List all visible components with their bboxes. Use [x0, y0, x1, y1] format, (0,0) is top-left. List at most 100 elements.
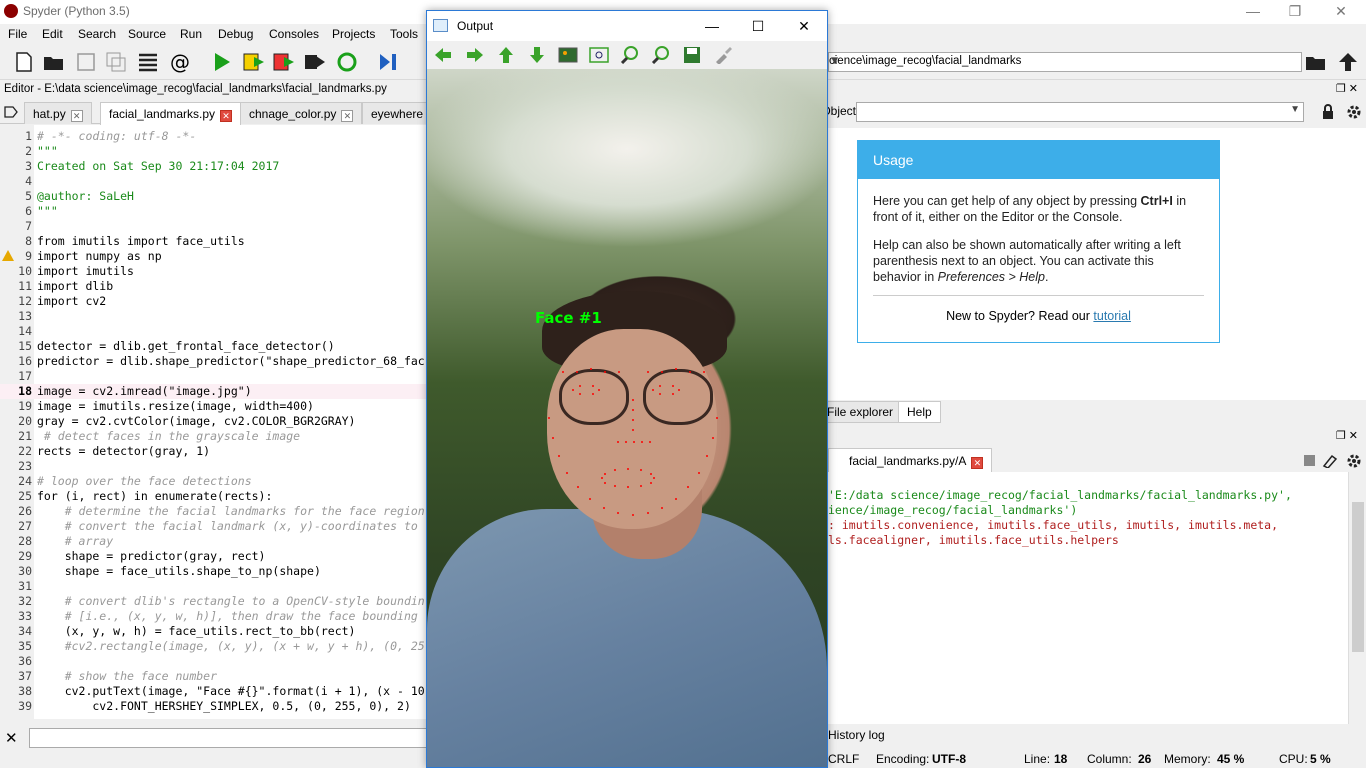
code-line[interactable]: 23 [0, 459, 430, 474]
tab-chnage-color-py[interactable]: chnage_color.py ✕ [240, 102, 363, 124]
tab-console[interactable]: facial_landmarks.py/A ✕ [828, 448, 993, 472]
code-line[interactable]: 6 """ [0, 204, 430, 219]
code-line[interactable]: 1 # -*- coding: utf-8 -*- [0, 129, 430, 144]
close-tab-icon[interactable]: ✕ [70, 110, 83, 122]
code-line[interactable]: 9 import numpy as np [0, 249, 430, 264]
code-line[interactable]: 15 detector = dlib.get_frontal_face_detec… [0, 339, 430, 354]
code-line[interactable]: 25 for (i, rect) in enumerate(rects): [0, 489, 430, 504]
code-line[interactable]: 14 [0, 324, 430, 339]
debug-icon[interactable] [376, 51, 400, 73]
arrow-right-icon[interactable] [465, 46, 485, 64]
tab-file-explorer[interactable]: File explorer [818, 401, 903, 423]
code-line[interactable]: 11 import dlib [0, 279, 430, 294]
run-cell-icon[interactable] [242, 51, 266, 73]
code-line[interactable]: 30 shape = face_utils.shape_to_np(shape) [0, 564, 430, 579]
warning-icon[interactable] [2, 250, 14, 261]
arrow-up-icon[interactable] [496, 46, 516, 64]
menu-source[interactable]: Source [128, 27, 166, 41]
image-icon[interactable] [558, 46, 578, 64]
code-line[interactable]: 26 # determine the facial landmarks for … [0, 504, 430, 519]
parent-directory-icon[interactable] [1336, 51, 1360, 73]
gear-icon[interactable] [1346, 453, 1362, 469]
minimize-button[interactable]: — [1230, 0, 1276, 24]
chevron-down-icon[interactable]: ▼ [1290, 104, 1300, 115]
clear-console-icon[interactable] [1322, 454, 1338, 468]
output-minimize-button[interactable]: — [689, 11, 735, 41]
close-tab-icon[interactable]: ✕ [220, 110, 233, 122]
code-line[interactable]: 31 [0, 579, 430, 594]
code-line[interactable]: 39 cv2.FONT_HERSHEY_SIMPLEX, 0.5, (0, 25… [0, 699, 430, 714]
code-line[interactable]: 13 [0, 309, 430, 324]
run-cell-advance-icon[interactable] [272, 51, 296, 73]
code-line[interactable]: 19 image = imutils.resize(image, width=40… [0, 399, 430, 414]
code-line[interactable]: 36 [0, 654, 430, 669]
zoom-fit-icon[interactable] [589, 46, 609, 64]
arrow-left-icon[interactable] [433, 46, 453, 64]
browse-tabs-icon[interactable] [4, 106, 18, 118]
code-line[interactable]: 7 [0, 219, 430, 234]
code-line[interactable]: 21 # detect faces in the grayscale image [0, 429, 430, 444]
output-maximize-button[interactable]: ☐ [735, 11, 781, 41]
stop-icon[interactable] [1304, 455, 1315, 466]
code-line[interactable]: 28 # array [0, 534, 430, 549]
console-scrollbar[interactable] [1348, 472, 1366, 724]
close-tab-icon[interactable]: ✕ [341, 110, 354, 122]
arrow-down-icon[interactable] [527, 46, 547, 64]
find-input[interactable] [29, 728, 429, 748]
code-line[interactable]: 3 Created on Sat Sep 30 21:17:04 2017 [0, 159, 430, 174]
menu-projects[interactable]: Projects [332, 27, 375, 41]
rerun-icon[interactable] [335, 51, 359, 73]
code-line[interactable]: 16 predictor = dlib.shape_predictor("shap… [0, 354, 430, 369]
close-tab-icon[interactable]: ✕ [971, 457, 984, 469]
code-line[interactable]: 18 image = cv2.imread("image.jpg") [0, 384, 430, 399]
menu-run[interactable]: Run [180, 27, 202, 41]
code-line[interactable]: 29 shape = predictor(gray, rect) [0, 549, 430, 564]
zoom-out-icon[interactable] [651, 46, 671, 64]
list-icon[interactable] [136, 51, 160, 73]
code-line[interactable]: 33 # [i.e., (x, y, w, h)], then draw the… [0, 609, 430, 624]
code-line[interactable]: 5 @author: SaLeH [0, 189, 430, 204]
menu-consoles[interactable]: Consoles [269, 27, 319, 41]
save-all-icon[interactable] [104, 51, 128, 73]
close-find-icon[interactable]: ✕ [5, 729, 18, 747]
working-directory-combo[interactable]: cience\image_recog\facial_landmarks ▼ [828, 52, 1302, 72]
tab-history-log[interactable]: History log [828, 728, 885, 742]
at-icon[interactable]: @ [168, 51, 192, 73]
lock-icon[interactable] [1321, 104, 1335, 120]
menu-edit[interactable]: Edit [42, 27, 63, 41]
output-titlebar[interactable]: Output — ☐ ✕ [427, 11, 827, 41]
save-image-icon[interactable] [682, 46, 702, 64]
tab-eyewhere[interactable]: eyewhere [362, 102, 433, 124]
tab-facial-landmarks-py[interactable]: facial_landmarks.py ✕ [100, 102, 242, 125]
code-line[interactable]: 20 gray = cv2.cvtColor(image, cv2.COLOR_B… [0, 414, 430, 429]
tab-help[interactable]: Help [898, 401, 941, 423]
console-output[interactable]: 'E:/data science/image_recog/facial_land… [828, 472, 1348, 724]
close-button[interactable]: ✕ [1318, 0, 1364, 24]
menu-tools[interactable]: Tools [390, 27, 418, 41]
restore-button[interactable]: ❐ [1272, 0, 1318, 24]
gear-icon[interactable] [1346, 104, 1362, 120]
chevron-down-icon[interactable]: ▼ [829, 55, 1298, 67]
tab-hat-py[interactable]: hat.py ✕ [24, 102, 92, 124]
run-selection-icon[interactable] [303, 51, 327, 73]
help-object-combo[interactable]: ▼ [856, 102, 1304, 122]
code-line[interactable]: 17 [0, 369, 430, 384]
browse-folder-icon[interactable] [1304, 51, 1328, 73]
run-icon[interactable] [210, 51, 234, 73]
scrollbar-thumb[interactable] [1352, 502, 1364, 652]
pane-float-close-icons[interactable]: ❐ ✕ [1336, 429, 1358, 442]
code-line[interactable]: 27 # convert the facial landmark (x, y)-… [0, 519, 430, 534]
code-line[interactable]: 2 """ [0, 144, 430, 159]
pane-float-close-icons[interactable]: ❐ ✕ [1336, 82, 1358, 95]
code-line[interactable]: 32 # convert dlib's rectangle to a OpenC… [0, 594, 430, 609]
tutorial-link[interactable]: tutorial [1093, 309, 1131, 323]
menu-file[interactable]: File [8, 27, 27, 41]
code-line[interactable]: 22 rects = detector(gray, 1) [0, 444, 430, 459]
code-editor[interactable]: 1 # -*- coding: utf-8 -*- 2 """ 3 Created on … [0, 125, 430, 719]
code-line[interactable]: 12 import cv2 [0, 294, 430, 309]
open-file-icon[interactable] [42, 51, 66, 73]
code-line[interactable]: 35 #cv2.rectangle(image, (x, y), (x + w,… [0, 639, 430, 654]
code-line[interactable]: 8 from imutils import face_utils [0, 234, 430, 249]
code-line[interactable]: 34 (x, y, w, h) = face_utils.rect_to_bb(… [0, 624, 430, 639]
output-window[interactable]: Output — ☐ ✕ Face #1 [426, 10, 828, 768]
